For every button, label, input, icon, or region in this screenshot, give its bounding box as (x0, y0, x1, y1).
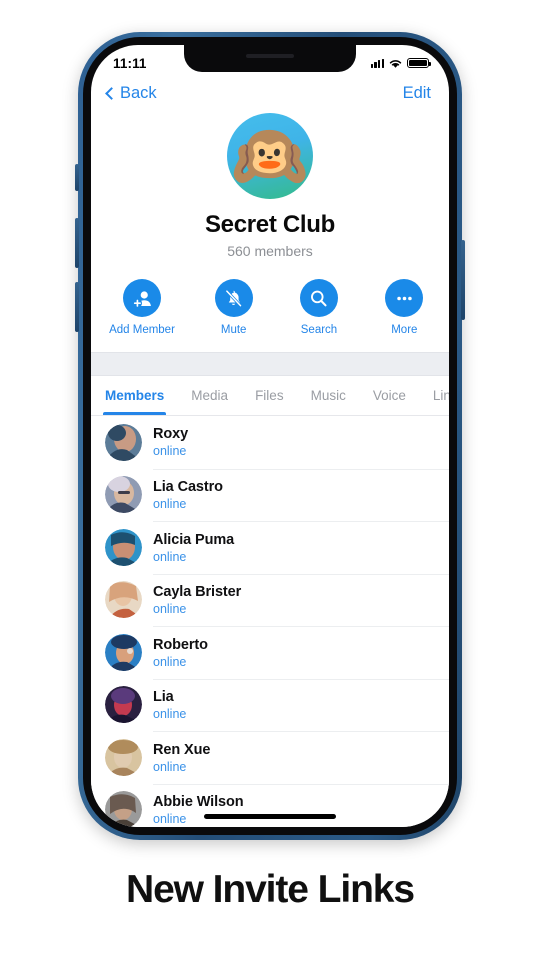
search-button[interactable]: Search (296, 279, 341, 336)
cellular-signal-icon (370, 58, 384, 68)
add-member-button[interactable]: Add Member (109, 279, 175, 336)
member-name: Roberto (153, 636, 208, 653)
back-button-label: Back (120, 83, 157, 102)
tab-files[interactable]: Files (255, 376, 284, 415)
member-name: Lia (153, 689, 174, 706)
tab-media[interactable]: Media (191, 376, 228, 415)
avatar (105, 476, 142, 514)
list-item[interactable]: Ren Xue online (91, 731, 449, 784)
list-item-text: Lia online (153, 678, 449, 732)
member-list: Roxy online Lia Castro online Alicia Pum… (91, 416, 449, 827)
action-buttons-row: Add Member Mute Search More (91, 279, 449, 336)
more-label: More (391, 324, 418, 336)
silent-switch-button[interactable] (75, 164, 79, 191)
list-item-text: Roxy online (153, 416, 449, 469)
status-time: 11:11 (113, 55, 147, 71)
avatar (105, 686, 142, 724)
more-button[interactable]: More (382, 279, 427, 336)
member-status: online (153, 707, 187, 722)
phone-screen: 11:11 Back Edit 🙉 Secret Club 560 member… (91, 45, 449, 827)
mute-label: Mute (220, 324, 247, 336)
wifi-icon (389, 59, 402, 68)
member-name: Roxy (153, 426, 189, 443)
back-button[interactable]: Back (105, 83, 157, 103)
notch (184, 45, 356, 72)
member-status: online (153, 602, 187, 617)
page-title: New Invite Links (126, 868, 415, 911)
phone-mockup: 11:11 Back Edit 🙉 Secret Club 560 member… (75, 32, 465, 840)
avatar (105, 423, 142, 461)
avatar (105, 738, 142, 776)
member-name: Alicia Puma (153, 531, 235, 548)
volume-down-button[interactable] (75, 282, 79, 332)
list-item[interactable]: Cayla Brister online (91, 573, 449, 627)
member-status: online (153, 759, 187, 774)
member-name: Ren Xue (153, 741, 211, 758)
member-status: online (153, 444, 187, 459)
list-item-text: Abbie Wilson online (153, 783, 449, 828)
list-item[interactable]: Roxy online (91, 416, 449, 469)
more-button-circle (385, 279, 424, 317)
member-status: online (153, 497, 187, 512)
list-item[interactable]: Lia Castro online (91, 468, 449, 522)
power-button[interactable] (461, 240, 465, 320)
list-item[interactable]: Abbie Wilson online (91, 783, 449, 828)
search-label: Search (300, 324, 338, 336)
navigation-bar: Back Edit (91, 75, 449, 111)
ellipsis-icon (397, 296, 412, 300)
volume-up-button[interactable] (75, 218, 79, 268)
search-icon (311, 290, 328, 306)
list-item-text: Roberto online (153, 626, 449, 679)
list-item-text: Cayla Brister online (153, 573, 449, 627)
group-profile-header: 🙉 Secret Club 560 members (91, 111, 449, 259)
search-button-circle (299, 279, 338, 317)
edit-button[interactable]: Edit (403, 84, 431, 103)
add-member-button-circle (123, 279, 161, 317)
status-indicators (370, 52, 432, 69)
member-name: Abbie Wilson (153, 794, 244, 811)
group-member-count: 560 members (227, 243, 313, 259)
tab-voice[interactable]: Voice (373, 376, 406, 415)
list-item-text: Ren Xue online (153, 731, 449, 784)
content-tab-bar: Members Media Files Music Voice Lin (91, 376, 449, 416)
section-separator-band (91, 352, 449, 376)
list-item[interactable]: Lia online (91, 678, 449, 732)
add-member-label: Add Member (109, 324, 175, 336)
tab-music[interactable]: Music (311, 376, 346, 415)
mute-button-circle (214, 279, 253, 317)
avatar (105, 528, 142, 566)
member-status: online (153, 654, 187, 669)
mute-button[interactable]: Mute (211, 279, 256, 336)
list-item-text: Lia Castro online (153, 468, 449, 522)
chevron-left-icon (105, 86, 118, 100)
member-status: online (153, 549, 187, 564)
member-name: Lia Castro (153, 479, 223, 496)
tab-members[interactable]: Members (102, 376, 167, 415)
list-item[interactable]: Roberto online (91, 626, 449, 679)
list-item[interactable]: Alicia Puma online (91, 521, 449, 574)
group-title: Secret Club (204, 211, 336, 238)
group-avatar[interactable]: 🙉 (227, 113, 313, 199)
avatar (105, 791, 142, 827)
hear-no-evil-monkey-avatar: 🙉 (231, 122, 309, 191)
bell-slash-icon (225, 289, 243, 307)
home-indicator[interactable] (204, 814, 336, 819)
battery-full-icon (407, 57, 432, 69)
avatar (105, 633, 142, 671)
add-member-icon (132, 290, 151, 308)
earpiece-speaker-icon (246, 54, 294, 58)
avatar (105, 581, 142, 619)
member-name: Cayla Brister (153, 584, 242, 601)
list-item-text: Alicia Puma online (153, 521, 449, 574)
tab-links[interactable]: Lin (433, 376, 449, 415)
